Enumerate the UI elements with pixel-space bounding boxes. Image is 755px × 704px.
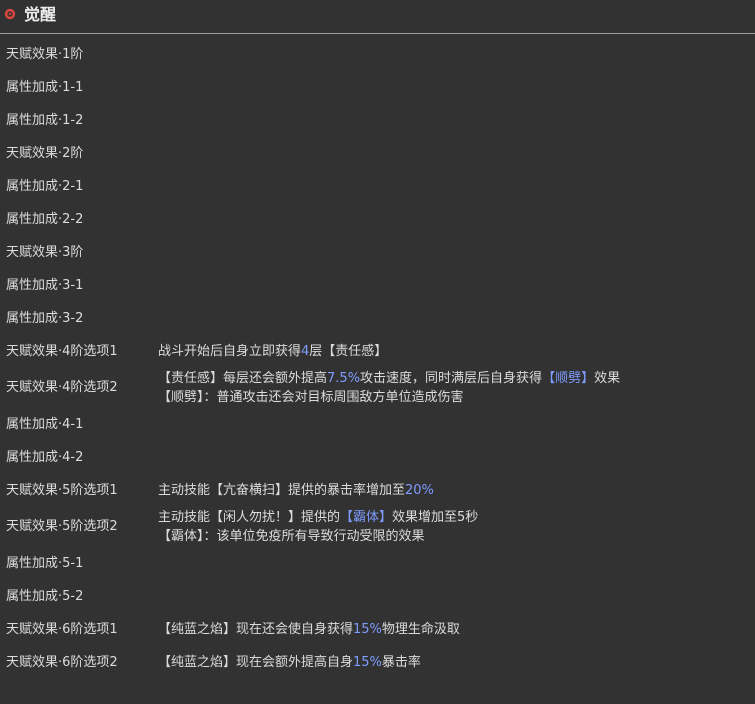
talent-list: 天赋效果·1阶 属性加成·1-1 属性加成·1-2 天赋效果·2阶 属性加成·2… (0, 38, 755, 679)
talent-row: 天赋效果·6阶选项2 【纯蓝之焰】现在会额外提高自身15%暴击率 (0, 646, 755, 679)
row-label: 天赋效果·6阶选项2 (6, 654, 118, 670)
row-label: 天赋效果·4阶选项2 (6, 380, 118, 395)
talent-row: 天赋效果·5阶选项1 主动技能【亢奋横扫】提供的暴击率增加至20% (0, 474, 755, 507)
talent-row: 属性加成·5-2 (0, 580, 755, 613)
row-label: 属性加成·4-2 (6, 449, 84, 465)
row-label: 属性加成·3-1 (6, 277, 84, 293)
section-header: 觉醒 (0, 0, 755, 34)
row-description: 【责任感】每层还会额外提高7.5%攻击速度，同时满层后自身获得【顺劈】效果 【顺劈… (158, 371, 621, 405)
talent-row: 属性加成·5-1 (0, 547, 755, 580)
row-description: 【纯蓝之焰】现在会额外提高自身15%暴击率 (158, 655, 421, 670)
talent-row: 属性加成·1-1 (0, 71, 755, 104)
row-label: 属性加成·1-1 (6, 79, 84, 95)
talent-row: 天赋效果·6阶选项1 【纯蓝之焰】现在还会使自身获得15%物理生命汲取 (0, 613, 755, 646)
talent-row: 天赋效果·4阶选项1 战斗开始后自身立即获得4层【责任感】 (0, 335, 755, 368)
row-label: 天赋效果·6阶选项1 (6, 621, 118, 637)
talent-row: 属性加成·3-1 (0, 269, 755, 302)
row-label: 属性加成·5-2 (6, 588, 84, 604)
row-label: 天赋效果·5阶选项1 (6, 482, 118, 498)
row-label: 属性加成·2-1 (6, 178, 84, 194)
row-description: 【纯蓝之焰】现在还会使自身获得15%物理生命汲取 (158, 622, 460, 637)
row-label: 属性加成·1-2 (6, 112, 84, 128)
row-label: 属性加成·4-1 (6, 416, 84, 432)
row-label: 天赋效果·5阶选项2 (6, 519, 118, 534)
talent-row: 属性加成·3-2 (0, 302, 755, 335)
row-label: 属性加成·3-2 (6, 310, 84, 326)
talent-row: 属性加成·1-2 (0, 104, 755, 137)
talent-row: 天赋效果·3阶 (0, 236, 755, 269)
talent-row: 属性加成·2-1 (0, 170, 755, 203)
row-label: 天赋效果·1阶 (6, 46, 84, 62)
row-description: 战斗开始后自身立即获得4层【责任感】 (158, 344, 388, 359)
talent-row: 天赋效果·5阶选项2 主动技能【闲人勿扰！】提供的【霸体】效果增加至5秒 【霸体】… (0, 507, 755, 547)
row-label: 属性加成·2-2 (6, 211, 84, 227)
row-description: 主动技能【闲人勿扰！】提供的【霸体】效果增加至5秒 【霸体】：该单位免疫所有导致行… (158, 510, 479, 544)
talent-row: 天赋效果·2阶 (0, 137, 755, 170)
awakening-panel: 觉醒 天赋效果·1阶 属性加成·1-1 属性加成·1-2 天赋效果·2阶 属性加… (0, 0, 755, 704)
row-label: 天赋效果·4阶选项1 (6, 343, 118, 359)
row-label: 属性加成·5-1 (6, 555, 84, 571)
row-label: 天赋效果·2阶 (6, 145, 84, 161)
talent-row: 属性加成·4-2 (0, 441, 755, 474)
row-label: 天赋效果·3阶 (6, 244, 84, 260)
row-description: 主动技能【亢奋横扫】提供的暴击率增加至20% (158, 483, 434, 498)
talent-row: 天赋效果·4阶选项2 【责任感】每层还会额外提高7.5%攻击速度，同时满层后自身… (0, 368, 755, 408)
gear-icon (4, 8, 16, 20)
talent-row: 属性加成·4-1 (0, 408, 755, 441)
section-title: 觉醒 (24, 5, 57, 24)
talent-row: 天赋效果·1阶 (0, 38, 755, 71)
talent-row: 属性加成·2-2 (0, 203, 755, 236)
